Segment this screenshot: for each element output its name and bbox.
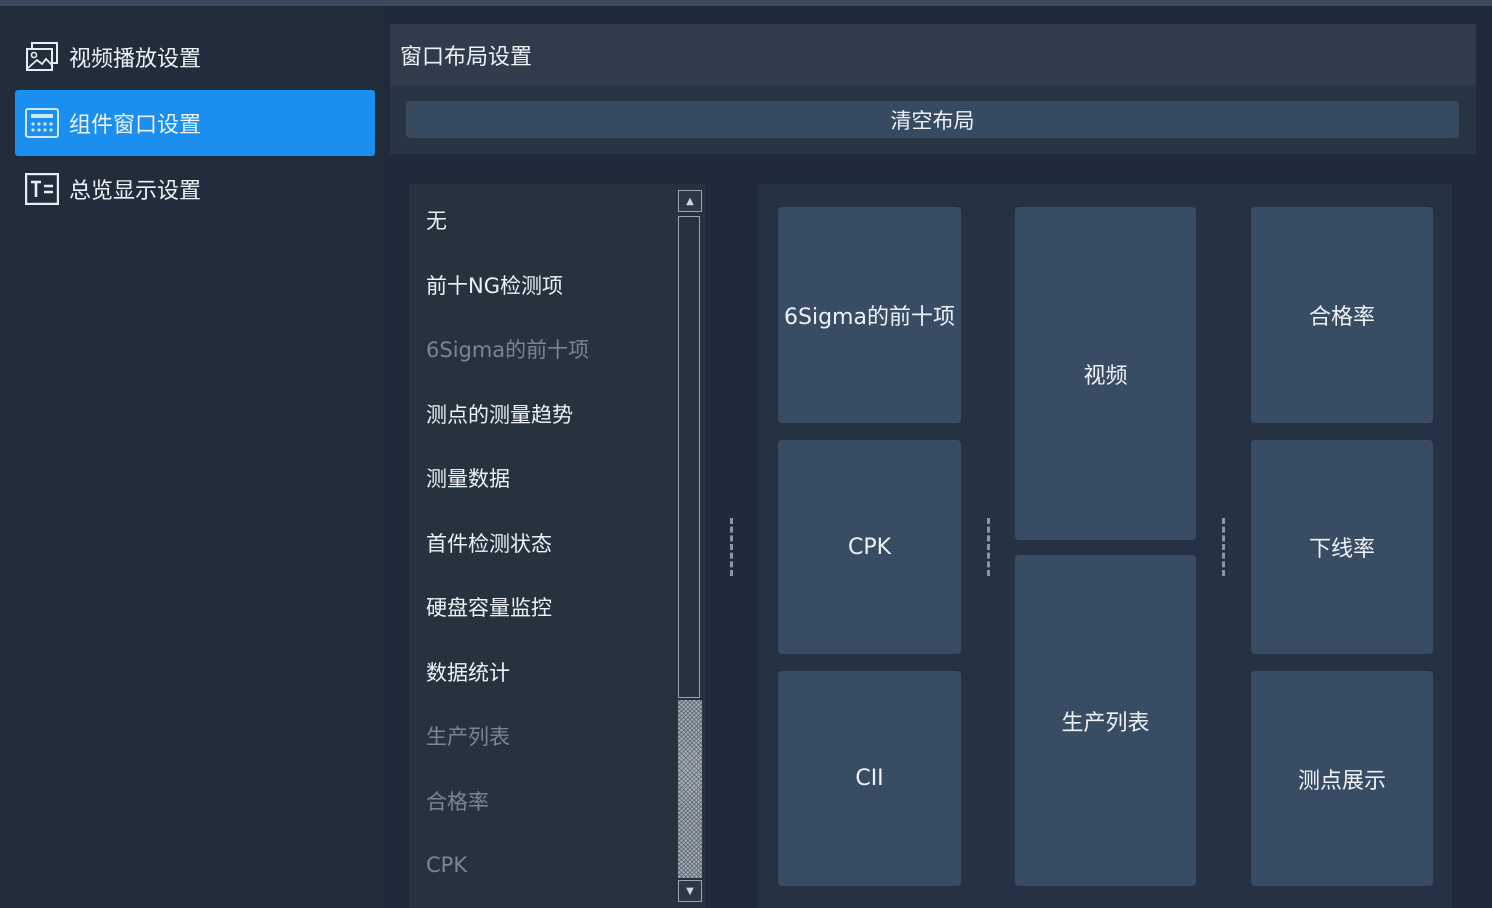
layout-tile[interactable]: 下线率	[1251, 440, 1433, 654]
toolbar: 清空布局	[390, 86, 1476, 154]
list-item[interactable]: 数据统计	[426, 652, 510, 692]
layout-tile[interactable]: 合格率	[1251, 207, 1433, 423]
splitter-handle[interactable]	[1222, 518, 1225, 576]
layout-tile[interactable]: CPK	[778, 440, 961, 654]
scroll-up-button[interactable]: ▲	[678, 190, 702, 212]
sidebar-item-label: 总览显示设置	[69, 179, 202, 204]
list-item: CPK	[426, 853, 468, 877]
widget-grid-icon	[25, 106, 59, 140]
main-panel: 窗口布局设置 清空布局 无 前十NG检测项 6Sigma的前十项 测点的测量趋势…	[390, 24, 1476, 908]
page-title-text: 窗口布局设置	[400, 45, 533, 70]
layout-tile[interactable]: CII	[778, 671, 961, 886]
component-list: 无 前十NG检测项 6Sigma的前十项 测点的测量趋势 测量数据 首件检测状态…	[409, 184, 705, 908]
layout-tile[interactable]: 6Sigma的前十项	[778, 207, 961, 423]
list-item: 生产列表	[426, 725, 510, 749]
scroll-down-button[interactable]: ▼	[678, 880, 702, 902]
clear-layout-button[interactable]: 清空布局	[406, 101, 1459, 138]
list-item[interactable]: 无	[426, 200, 447, 240]
list-item[interactable]: 测点的测量趋势	[426, 394, 573, 434]
list-item[interactable]: 测量数据	[426, 458, 510, 498]
sidebar-item-video-playback[interactable]: 视频播放设置	[15, 24, 375, 90]
layout-tile[interactable]: 生产列表	[1015, 555, 1196, 886]
sidebar-item-label: 视频播放设置	[69, 47, 202, 72]
page-title: 窗口布局设置	[390, 24, 1476, 86]
text-box-icon	[25, 172, 59, 206]
triangle-down-icon: ▼	[686, 885, 694, 897]
image-icon	[25, 40, 59, 74]
scroll-track[interactable]	[678, 700, 702, 878]
layout-tile[interactable]: 视频	[1015, 207, 1196, 540]
splitter-handle-left[interactable]	[730, 518, 733, 576]
list-item[interactable]: 首件检测状态	[426, 523, 552, 563]
layout-tile[interactable]: 测点展示	[1251, 671, 1433, 886]
list-item: 合格率	[426, 790, 489, 814]
scroll-thumb[interactable]	[678, 216, 700, 698]
triangle-up-icon: ▲	[686, 195, 694, 207]
list-scrollbar[interactable]: ▲ ▼	[678, 190, 702, 904]
list-item[interactable]: 硬盘容量监控	[426, 587, 552, 627]
list-item[interactable]: 前十NG检测项	[426, 265, 563, 305]
sidebar-item-overview-display[interactable]: 总览显示设置	[15, 156, 375, 222]
layout-preview: 6Sigma的前十项 CPK CII 视频 生产列表 合格率 下线率 测点展示	[758, 184, 1452, 908]
settings-sidebar: 视频播放设置 组件窗口设置 总览显示设置	[0, 6, 382, 908]
sidebar-item-label: 组件窗口设置	[69, 113, 202, 138]
splitter-handle[interactable]	[987, 518, 990, 576]
list-item: 6Sigma的前十项	[426, 338, 590, 362]
sidebar-item-component-window[interactable]: 组件窗口设置	[15, 90, 375, 156]
